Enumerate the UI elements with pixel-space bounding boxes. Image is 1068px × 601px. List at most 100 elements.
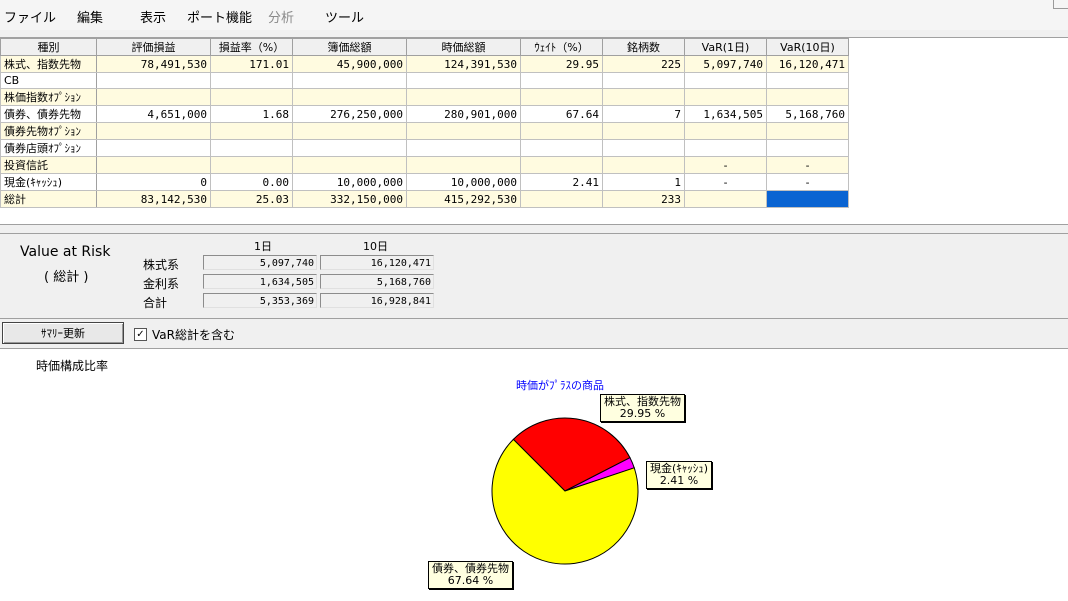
row-category: 債券店頭ｵﾌﾟｼｮﾝ (0, 139, 97, 157)
table-cell: 0.00 (210, 173, 293, 191)
table-cell (602, 88, 685, 106)
column-header[interactable]: 時価総額 (406, 38, 521, 56)
chart-panel: 時価構成比率 時価がﾌﾟﾗｽの商品 株式、指数先物 29.95 % 現金(ｷｬｯ… (0, 348, 1068, 601)
column-header[interactable]: VaR(10日) (766, 38, 849, 56)
table-cell (406, 156, 521, 174)
table-cell (520, 139, 603, 157)
pie-label-equity: 株式、指数先物 29.95 % (600, 394, 685, 422)
column-header[interactable]: ｳｪｲﾄ（%） (520, 38, 603, 56)
menu-view[interactable]: 表示 (140, 7, 166, 26)
var-col-1day: 1日 (254, 240, 272, 253)
table-cell (406, 88, 521, 106)
pie-label-percent: 2.41 % (659, 474, 699, 487)
table-row[interactable]: 債券、債券先物 4,651,000 1.68 276,250,000 280,901,0… (0, 105, 849, 123)
summary-update-button[interactable]: ｻﾏﾘｰ更新 (2, 322, 124, 344)
table-row[interactable]: 投資信託 - - (0, 156, 849, 174)
var-panel: Value at Risk ( 総計 ) 1日 10日 株式系 5,097,74… (0, 233, 1068, 319)
column-header[interactable]: VaR(1日) (684, 38, 767, 56)
table-cell: 171.01 (210, 55, 293, 73)
table-cell: 1 (602, 173, 685, 191)
table-cell (520, 122, 603, 140)
row-category: 債券先物ｵﾌﾟｼｮﾝ (0, 122, 97, 140)
table-cell (406, 72, 521, 89)
table-cell (210, 88, 293, 106)
table-cell: 280,901,000 (406, 105, 521, 123)
table-cell: 7 (602, 105, 685, 123)
column-header[interactable]: 損益率（%） (210, 38, 293, 56)
column-header[interactable]: 銘柄数 (602, 38, 685, 56)
portfolio-table: 種別 評価損益 損益率（%） 簿価総額 時価総額 ｳｪｲﾄ（%） 銘柄数 VaR(1日) VaR… (0, 38, 849, 208)
table-cell: 29.95 (520, 55, 603, 73)
var-title: Value at Risk (20, 244, 111, 260)
column-header[interactable]: 種別 (0, 38, 97, 56)
table-cell (210, 156, 293, 174)
pie-label-cash: 現金(ｷｬｯｼｭ) 2.41 % (646, 461, 713, 489)
menu-bar: ファイル 編集 表示 ポート機能 分析 ツール (0, 0, 1068, 30)
table-cell: 124,391,530 (406, 55, 521, 73)
table-cell (96, 156, 211, 174)
table-cell (684, 139, 767, 157)
table-cell: 78,491,530 (96, 55, 211, 73)
table-row[interactable]: CB (0, 72, 849, 89)
table-header-row: 種別 評価損益 損益率（%） 簿価総額 時価総額 ｳｪｲﾄ（%） 銘柄数 VaR(1日) VaR… (0, 38, 849, 56)
table-row[interactable]: 債券先物ｵﾌﾟｼｮﾝ (0, 122, 849, 140)
table-row[interactable]: 現金(ｷｬｯｼｭ) 0 0.00 10,000,000 10,000,000 2.41 1-… (0, 173, 849, 191)
table-cell (210, 139, 293, 157)
table-cell: 10,000,000 (292, 173, 407, 191)
table-cell (96, 139, 211, 157)
var-box: 5,168,760 (320, 274, 434, 289)
table-cell (520, 72, 603, 89)
table-cell: 1.68 (210, 105, 293, 123)
menu-tools[interactable]: ツール (325, 7, 364, 26)
table-cell: 10,000,000 (406, 173, 521, 191)
selected-cell[interactable] (766, 190, 849, 208)
table-row[interactable]: 債券店頭ｵﾌﾟｼｮﾝ (0, 139, 849, 157)
menu-file[interactable]: ファイル (4, 7, 56, 26)
var-row-label: 金利系 (143, 277, 180, 291)
table-cell (684, 190, 767, 208)
table-cell: - (684, 156, 767, 174)
table-cell: 225 (602, 55, 685, 73)
var-row-label: 株式系 (143, 258, 180, 272)
include-var-checkbox[interactable]: ✓ (134, 328, 147, 341)
menu-portfolio[interactable]: ポート機能 (187, 7, 252, 26)
window-corner (1053, 0, 1068, 9)
menu-edit[interactable]: 編集 (77, 7, 103, 26)
table-cell (292, 72, 407, 89)
var-row-label: 合計 (143, 296, 168, 310)
table-row[interactable]: 総計 83,142,530 25.03 332,150,000 415,292,530 2… (0, 190, 849, 208)
table-cell (210, 122, 293, 140)
table-cell: 276,250,000 (292, 105, 407, 123)
table-cell (684, 72, 767, 89)
table-cell (602, 156, 685, 174)
row-category: 債券、債券先物 (0, 105, 97, 123)
table-cell: 1,634,505 (684, 105, 767, 123)
table-cell: 5,168,760 (766, 105, 849, 123)
table-cell (96, 122, 211, 140)
table-cell (96, 88, 211, 106)
table-cell (602, 122, 685, 140)
table-cell: 45,900,000 (292, 55, 407, 73)
pie-chart (491, 417, 639, 565)
table-cell (96, 72, 211, 89)
table-cell: 16,120,471 (766, 55, 849, 73)
table-cell (766, 88, 849, 106)
menu-analysis: 分析 (268, 11, 295, 26)
var-box: 5,353,369 (203, 293, 317, 308)
var-subtitle: ( 総計 ) (44, 270, 89, 285)
portfolio-table-panel: 種別 評価損益 損益率（%） 簿価総額 時価総額 ｳｪｲﾄ（%） 銘柄数 VaR(1日) VaR… (0, 37, 1068, 225)
table-cell: - (766, 156, 849, 174)
var-box: 16,120,471 (320, 255, 434, 270)
column-header[interactable]: 評価損益 (96, 38, 211, 56)
table-cell (406, 139, 521, 157)
var-box: 16,928,841 (320, 293, 434, 308)
table-cell (766, 72, 849, 89)
include-var-label[interactable]: VaR総計を含む (152, 326, 235, 343)
table-cell (292, 156, 407, 174)
table-cell: 0 (96, 173, 211, 191)
column-header[interactable]: 簿価総額 (292, 38, 407, 56)
table-row[interactable]: 株式、指数先物 78,491,530 171.01 45,900,000 124,391… (0, 55, 849, 73)
row-category: CB (0, 72, 97, 89)
table-cell (520, 88, 603, 106)
table-row[interactable]: 株価指数ｵﾌﾟｼｮﾝ (0, 88, 849, 106)
